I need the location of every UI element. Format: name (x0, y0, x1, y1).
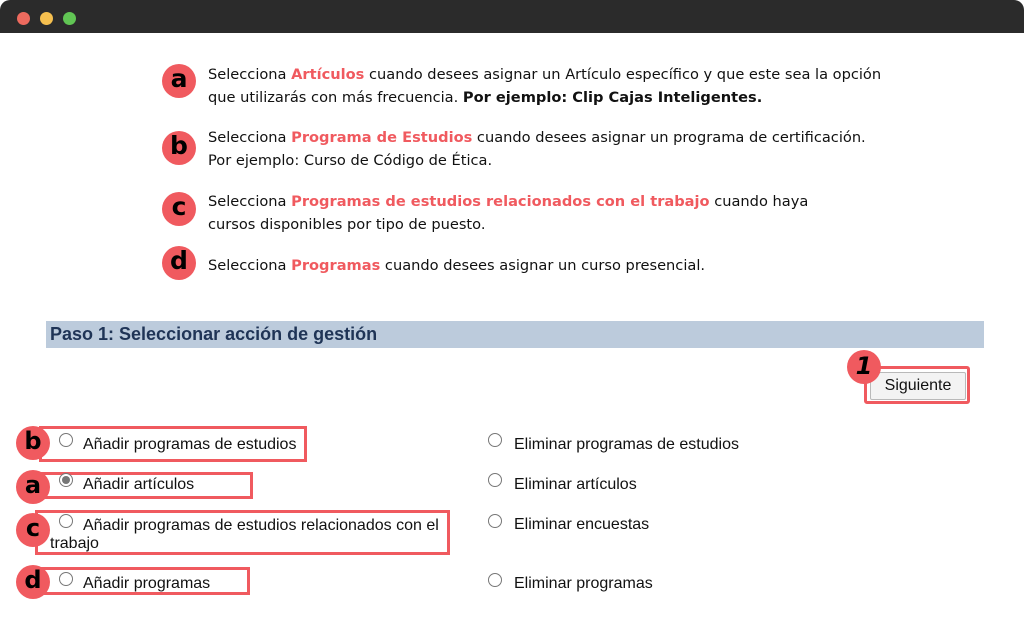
highlight-text: Programas de estudios relacionados con e… (291, 193, 710, 210)
step-header: Paso 1: Seleccionar acción de gestión (46, 321, 984, 348)
option-badge-a: a (16, 470, 50, 504)
instruction-a: Selecciona Artículos cuando desees asign… (208, 66, 882, 106)
instruction-c: Selecciona Programas de estudios relacio… (208, 193, 809, 233)
instruction-badge-c: c (162, 192, 196, 226)
window-titlebar (0, 0, 1024, 33)
radio-remove-articles[interactable] (488, 473, 502, 487)
instruction-badge-b: b (162, 131, 196, 165)
radio-remove-surveys[interactable] (488, 514, 502, 528)
option-label-add-articles[interactable]: Añadir artículos (83, 476, 194, 494)
option-label-remove-programs[interactable]: Eliminar programas (514, 575, 653, 593)
instruction-badge-a: a (162, 64, 196, 98)
highlight-text: Artículos (291, 66, 365, 83)
option-label-add-programs[interactable]: Añadir programas (83, 575, 210, 593)
close-window-icon[interactable] (17, 12, 30, 25)
next-button[interactable]: Siguiente (870, 372, 966, 400)
step-number-badge: 1 (847, 350, 881, 384)
highlight-text: Programas (291, 257, 381, 274)
option-badge-d: d (16, 565, 50, 599)
radio-add-programs[interactable] (59, 572, 73, 586)
instruction-badge-d: d (162, 246, 196, 280)
radio-add-study-programs[interactable] (59, 433, 73, 447)
instruction-d: Selecciona Programas cuando desees asign… (208, 257, 706, 274)
highlight-text: Programa de Estudios (291, 129, 473, 146)
option-label-remove-study-programs[interactable]: Eliminar programas de estudios (514, 436, 739, 454)
radio-add-articles[interactable] (59, 473, 73, 487)
option-label-add-study-programs[interactable]: Añadir programas de estudios (83, 436, 296, 454)
option-label-remove-articles[interactable]: Eliminar artículos (514, 476, 637, 494)
instruction-b: Selecciona Programa de Estudios cuando d… (208, 129, 866, 169)
radio-remove-study-programs[interactable] (488, 433, 502, 447)
maximize-window-icon[interactable] (63, 12, 76, 25)
minimize-window-icon[interactable] (40, 12, 53, 25)
radio-remove-programs[interactable] (488, 573, 502, 587)
option-badge-b: b (16, 426, 50, 460)
option-label-remove-surveys[interactable]: Eliminar encuestas (514, 516, 649, 534)
step-title: Paso 1: Seleccionar acción de gestión (50, 324, 378, 344)
option-label-add-job-study-programs[interactable]: Añadir programas de estudios relacionado… (50, 517, 450, 553)
option-badge-c: c (16, 513, 50, 547)
